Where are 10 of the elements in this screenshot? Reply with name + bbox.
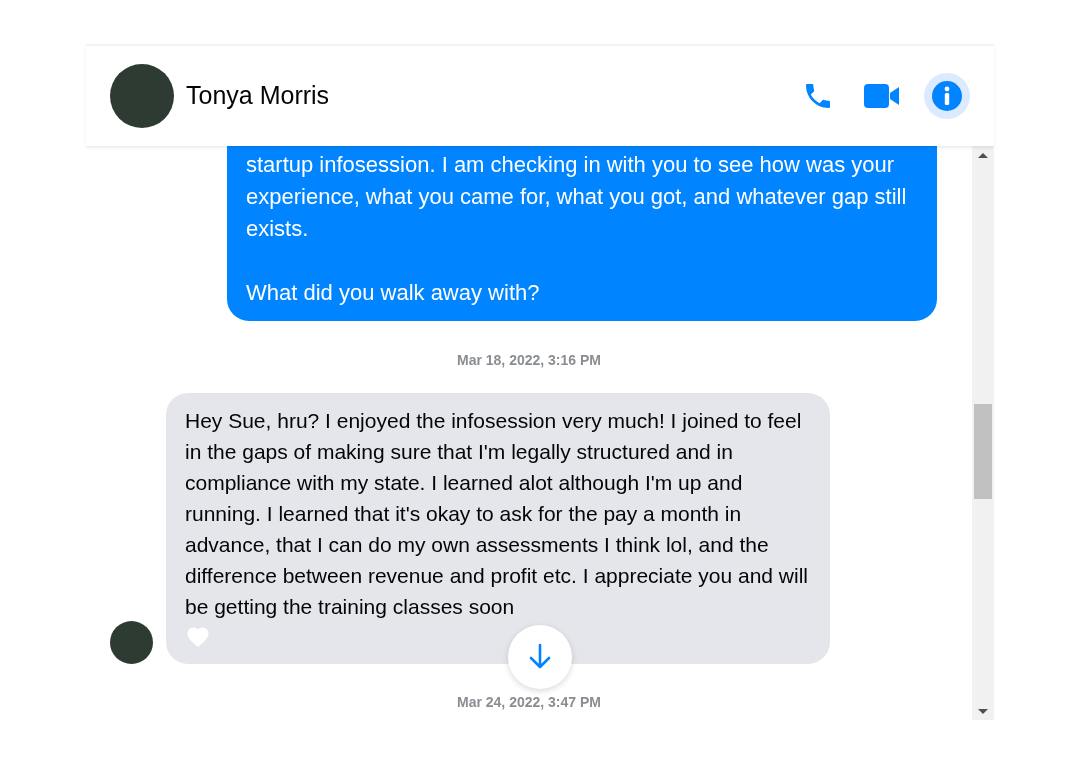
sent-message: startup infosession. I am checking in with you to see how was your experience, what you came for, what you got, and whatever gap still exists. What did you walk away with? [227, 146, 937, 321]
message-timestamp: Mar 24, 2022, 3:47 PM [457, 694, 601, 710]
message-timestamp: Mar 18, 2022, 3:16 PM [457, 352, 601, 368]
info-button[interactable] [924, 73, 970, 119]
contact-name: Tonya Morris [186, 80, 330, 112]
scrollbar[interactable] [972, 146, 994, 720]
received-message: Hey Sue, hru? I enjoyed the infosession very much! I joined to feel in the gaps of making sure that I'm legally structured and in compliance with my state. I learned alot although I'm up and running. I learned that it's okay to ask for the pay a month in advance, that I can do my own assessments I think lol, and the difference between revenue and profit etc. I appreciate you and will be getting the training classes soon [185, 408, 809, 620]
down-arrow-icon [527, 643, 553, 671]
avatar [110, 621, 153, 664]
scroll-down-button[interactable] [508, 625, 572, 689]
